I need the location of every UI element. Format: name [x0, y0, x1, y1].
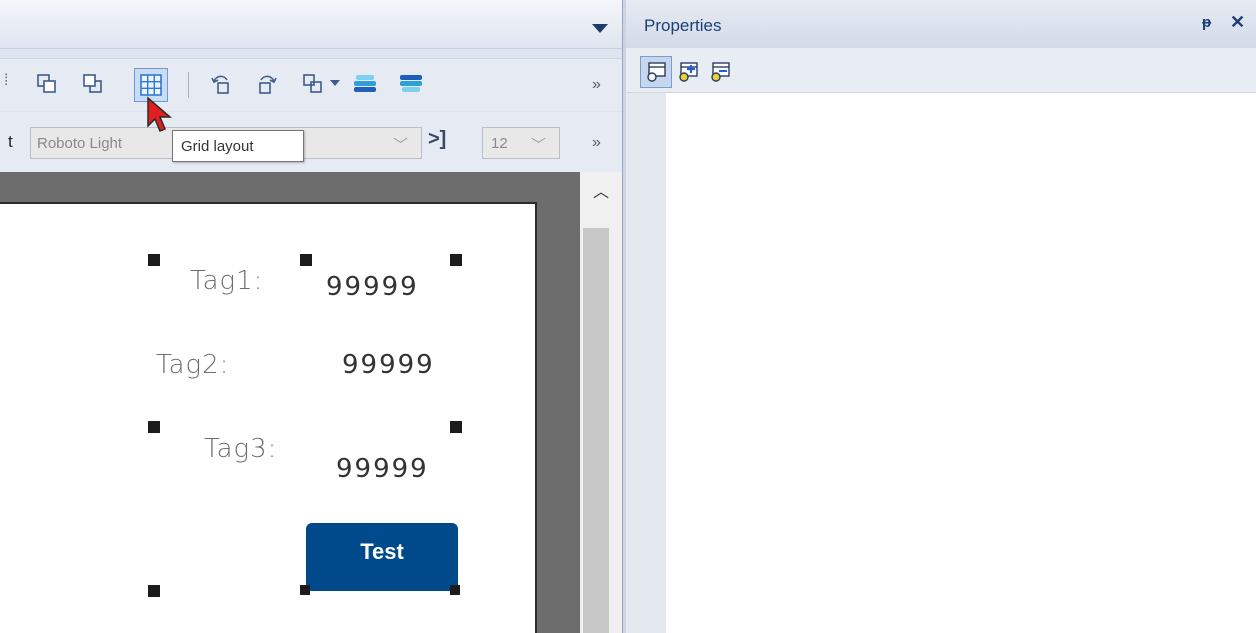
properties-view-icon	[647, 62, 666, 82]
tag2-value[interactable]: 99999	[342, 350, 435, 380]
window-list-dropdown-icon[interactable]	[592, 24, 608, 33]
selection-handle[interactable]	[148, 254, 160, 266]
tag1-label[interactable]: Tag1:	[190, 266, 263, 296]
events-view-icon	[711, 62, 730, 82]
grid-layout-icon	[140, 74, 162, 96]
font-label: t	[8, 132, 13, 151]
editor-tab-header	[0, 0, 622, 49]
layer-down-icon[interactable]	[398, 71, 424, 97]
pin-icon[interactable]: ᵽ	[1202, 14, 1211, 31]
group-icon[interactable]	[300, 71, 326, 97]
rotate-left-icon[interactable]	[208, 71, 234, 97]
scrollbar-thumb[interactable]	[583, 228, 609, 633]
add-property-button[interactable]	[672, 56, 704, 88]
tag3-value[interactable]: 99999	[336, 454, 429, 484]
selection-handle[interactable]	[450, 585, 460, 595]
send-backward-icon[interactable]	[80, 71, 106, 97]
test-button[interactable]: Test	[306, 523, 458, 591]
mouse-cursor-icon	[147, 96, 173, 132]
font-size-select[interactable]: 12 ﹀	[482, 127, 560, 159]
tag2-label[interactable]: Tag2:	[156, 350, 229, 380]
tag3-label[interactable]: Tag3:	[204, 434, 277, 464]
rotate-right-icon[interactable]	[254, 71, 280, 97]
font-size-value: 12	[491, 135, 508, 152]
indent-right-icon[interactable]: >]	[428, 128, 446, 151]
dropdown-icon[interactable]	[330, 80, 340, 86]
properties-grid[interactable]	[666, 93, 1256, 633]
selection-handle[interactable]	[148, 585, 160, 597]
toolbar-overflow-icon[interactable]: »	[592, 76, 601, 94]
chevron-down-icon: ﹀	[393, 137, 409, 154]
grid-layout-tooltip: Grid layout	[172, 130, 304, 162]
selection-handle[interactable]	[148, 421, 160, 433]
selection-handle[interactable]	[450, 254, 462, 266]
layer-up-icon[interactable]	[352, 71, 378, 97]
toolbar-overflow-icon[interactable]: »	[592, 134, 601, 152]
font-family-value: Roboto Light	[37, 135, 123, 152]
toolbar-separator	[188, 72, 189, 98]
scroll-up-icon[interactable]: ︿	[581, 178, 621, 201]
chevron-down-icon: ﹀	[531, 137, 547, 154]
selection-handle[interactable]	[300, 585, 310, 595]
selection-handle[interactable]	[300, 254, 312, 266]
events-view-button[interactable]	[704, 56, 736, 88]
test-button-label: Test	[360, 539, 404, 564]
selection-handle[interactable]	[450, 421, 462, 433]
bring-forward-icon[interactable]	[34, 71, 60, 97]
properties-view-button[interactable]	[640, 56, 672, 88]
add-property-icon	[679, 62, 698, 82]
properties-gutter	[626, 93, 666, 633]
toolbar-grip-icon: ⁞	[4, 72, 9, 89]
properties-title: Properties	[644, 16, 722, 35]
tag1-value[interactable]: 99999	[326, 272, 419, 302]
close-icon[interactable]: ✕	[1230, 12, 1245, 33]
